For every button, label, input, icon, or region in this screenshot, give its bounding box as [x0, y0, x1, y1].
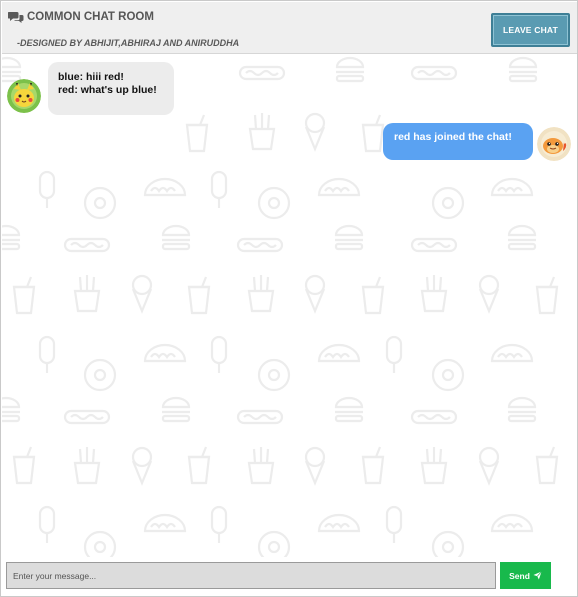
- outgoing-message-bubble: red has joined the chat!: [383, 123, 533, 160]
- message-line: red: what's up blue!: [58, 84, 157, 96]
- message-line: blue: hiii red!: [58, 71, 124, 83]
- charmander-avatar: [537, 127, 571, 161]
- designer-credit: -DESIGNED BY ABHIJIT,ABHIRAJ AND ANIRUDD…: [17, 38, 240, 48]
- send-label: Send: [509, 570, 530, 581]
- chat-app: COMMON CHAT ROOM -DESIGNED BY ABHIJIT,AB…: [0, 0, 578, 597]
- message-input[interactable]: [6, 562, 496, 589]
- chat-header: COMMON CHAT ROOM -DESIGNED BY ABHIJIT,AB…: [2, 2, 577, 54]
- send-button[interactable]: Send: [500, 562, 551, 589]
- room-title: COMMON CHAT ROOM: [8, 11, 154, 23]
- message-line: red has joined the chat!: [394, 131, 512, 143]
- comments-icon: [8, 12, 24, 23]
- pikachu-avatar: [7, 79, 41, 113]
- message-area[interactable]: blue: hiii red! red: what's up blue! red…: [2, 55, 577, 557]
- room-title-text: COMMON CHAT ROOM: [27, 11, 154, 23]
- message-composer: Send: [2, 557, 577, 595]
- incoming-message-bubble: blue: hiii red! red: what's up blue!: [48, 62, 174, 115]
- paper-plane-icon: [533, 571, 542, 580]
- leave-chat-button[interactable]: LEAVE CHAT: [491, 13, 570, 47]
